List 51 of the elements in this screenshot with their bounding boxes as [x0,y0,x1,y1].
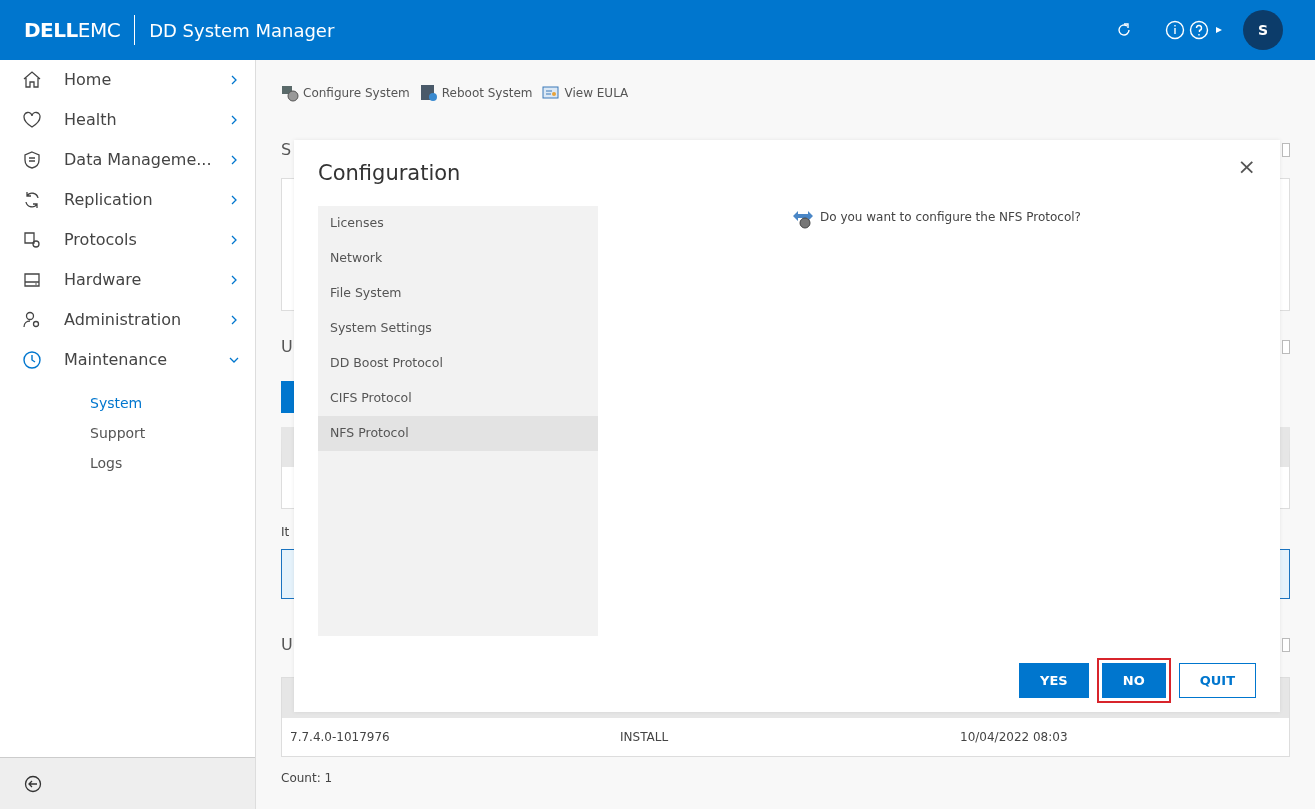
clock-icon [22,350,42,370]
sidebar-item[interactable]: Protocols [0,220,255,260]
table-cell-text: INSTALL [620,729,670,746]
caret-icon[interactable] [1215,26,1223,34]
refresh-icon[interactable] [1115,21,1133,39]
heart-icon [22,110,42,130]
checkbox[interactable] [1282,143,1290,157]
user-avatar[interactable]: S [1243,10,1283,50]
table-cell-text: 10/04/2022 08:03 [960,729,1068,746]
sidebar-item[interactable]: Home [0,60,255,100]
sidebar-item[interactable]: Administration [0,300,255,340]
sidebar-subitem[interactable]: Support [0,418,255,448]
sidebar-item[interactable]: Replication [0,180,255,220]
toolbar-button[interactable]: View EULA [542,84,629,102]
sidebar-item[interactable]: Health [0,100,255,140]
step-item[interactable]: Licenses [318,205,598,241]
step-item[interactable]: System Settings [318,310,598,346]
server-icon [419,84,438,102]
info-icon[interactable] [1165,20,1185,40]
sidebar-subitem[interactable]: System [0,388,255,418]
dialog-button[interactable]: NO [1096,658,1171,703]
toolbar-button[interactable]: Reboot System [419,84,533,102]
toolbar-button[interactable]: Configure System [281,84,410,102]
step-item[interactable]: Network [318,240,598,276]
sidebar-item[interactable]: Data Manageme... [0,140,255,180]
sidebar-item[interactable]: Hardware [0,260,255,300]
section-heading: U [281,336,293,358]
help-icon[interactable] [1189,20,1209,40]
dialog-title: Configuration [318,160,461,187]
app-title: DD System Manager [149,18,335,43]
sidebar-subitem[interactable]: Logs [0,448,255,478]
note-text: It [281,524,291,541]
shield-icon [22,150,42,170]
sidebar-item[interactable]: Maintenance [0,340,255,380]
document-icon [542,84,561,102]
section-heading: U [281,634,293,656]
count-label: Count: 1 [281,770,334,787]
step-item[interactable]: NFS Protocol [318,415,598,451]
drive-icon [22,270,42,290]
checkbox[interactable] [1282,638,1290,652]
user-gear-icon [22,310,42,330]
checkbox[interactable] [1282,340,1290,354]
brand-logo: DELLEMC [24,17,121,44]
step-item[interactable]: File System [318,275,598,311]
section-heading: S [281,139,292,161]
step-item[interactable]: CIFS Protocol [318,380,598,416]
question-text: Do you want to configure the NFS Protocol? [820,208,1081,226]
step-item[interactable]: DD Boost Protocol [318,345,598,381]
table-cell-text: 7.7.4.0-1017976 [290,729,391,746]
close-button[interactable]: × [1237,156,1256,178]
home-icon [22,70,42,90]
